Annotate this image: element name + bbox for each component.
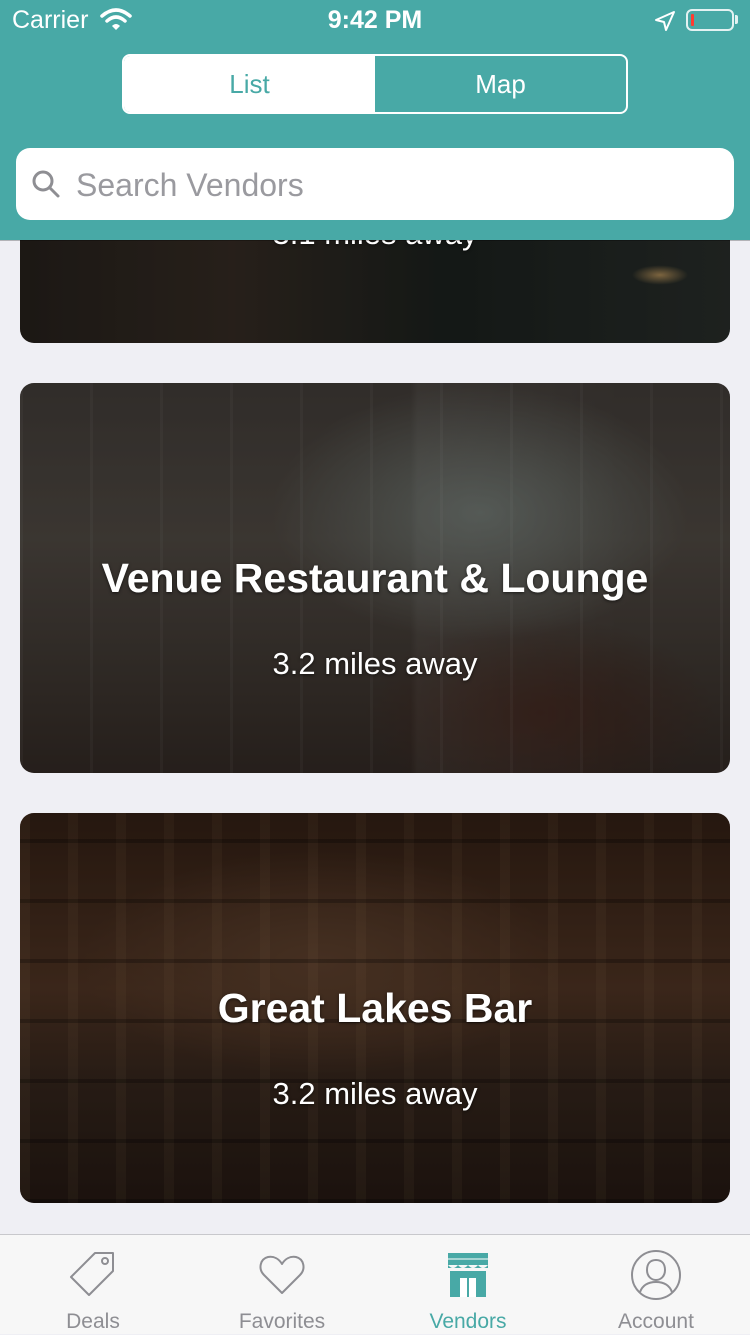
vendor-card[interactable]: Venue Restaurant & Lounge 3.2 miles away — [20, 383, 730, 773]
status-time: 9:42 PM — [327, 6, 423, 34]
battery-icon — [686, 9, 734, 31]
tab-account[interactable]: Account — [601, 1235, 711, 1335]
tab-favorites[interactable]: Favorites — [222, 1235, 342, 1335]
storefront-icon — [442, 1235, 494, 1306]
vendor-card[interactable]: 3.1 miles away — [20, 240, 730, 343]
tab-label: Favorites — [238, 1310, 326, 1333]
search-bar[interactable] — [16, 148, 734, 220]
tab-deals[interactable]: Deals — [38, 1235, 148, 1335]
tab-label: Deals — [66, 1310, 120, 1333]
account-icon — [630, 1235, 682, 1306]
vendor-card[interactable]: Great Lakes Bar 3.2 miles away — [20, 813, 730, 1203]
tab-bar: Deals Favorites Vendors Account — [0, 1234, 750, 1334]
battery-nub — [735, 15, 738, 24]
vendor-distance: 3.1 miles away — [20, 240, 730, 252]
status-bar: Carrier 9:42 PM — [0, 0, 750, 40]
search-input[interactable] — [74, 160, 718, 210]
vendor-name: Great Lakes Bar — [217, 985, 533, 1031]
navigation-header: Carrier 9:42 PM List Map — [0, 0, 750, 240]
tab-vendors[interactable]: Vendors — [413, 1235, 523, 1335]
vendor-list: 3.1 miles away Venue Restaurant & Lounge… — [0, 240, 750, 1234]
tab-label: Vendors — [429, 1310, 507, 1333]
search-icon — [30, 168, 62, 205]
view-mode-segmented-control: List Map — [122, 54, 628, 114]
vendor-name: Venue Restaurant & Lounge — [101, 555, 649, 601]
list-segment[interactable]: List — [124, 56, 375, 112]
tab-label: Account — [618, 1310, 694, 1333]
vendor-distance: 3.2 miles away — [272, 646, 478, 681]
battery-level — [691, 14, 694, 26]
vendor-distance: 3.2 miles away — [272, 1076, 478, 1111]
heart-icon — [256, 1235, 308, 1306]
photo-overlay — [20, 240, 730, 343]
map-segment[interactable]: Map — [375, 56, 626, 112]
location-arrow-icon — [654, 10, 676, 37]
tag-icon — [67, 1235, 119, 1306]
